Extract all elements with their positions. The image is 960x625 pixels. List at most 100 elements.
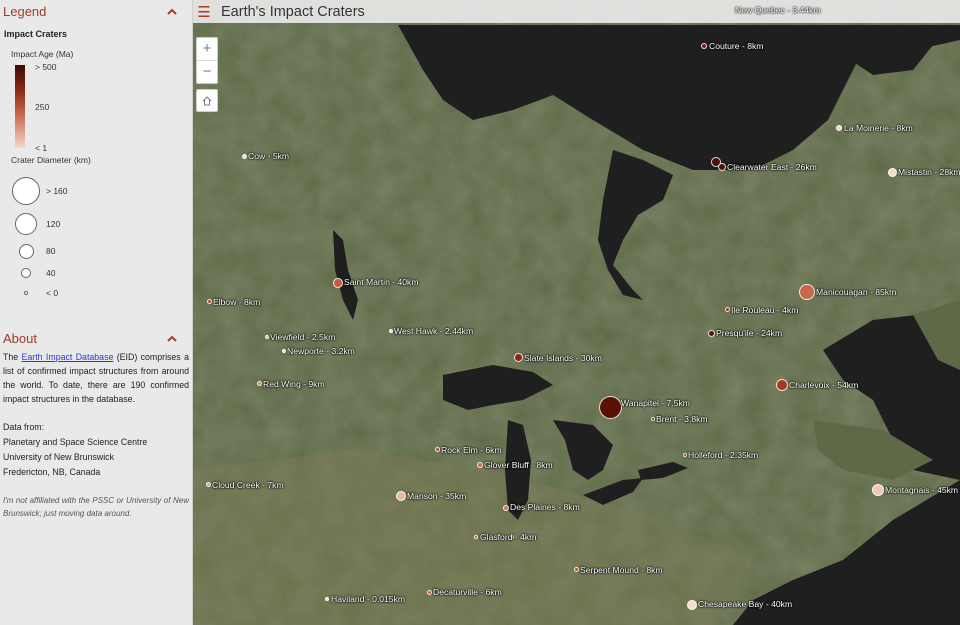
crater-label: Red Wing - 9km: [263, 379, 325, 389]
crater-label: Glover Bluff - 8km: [484, 460, 553, 470]
satellite-basemap: [193, 0, 960, 625]
crater-label: Saint Martin - 40km: [344, 277, 419, 287]
crater-label: Decaturville - 6km: [433, 587, 502, 597]
crater-label: Brent - 3.8km: [656, 414, 708, 424]
crater-marker[interactable]: [265, 335, 269, 339]
crater-label: Cloud Creek - 7km: [212, 480, 284, 490]
crater-marker[interactable]: [836, 125, 842, 131]
color-ramp-bar: [15, 65, 25, 148]
crater-marker[interactable]: [651, 417, 655, 421]
data-from-label: Data from:: [3, 422, 45, 432]
crater-label: West Hawk - 2.44km: [394, 326, 474, 336]
diameter-circle-0: [24, 291, 28, 295]
crater-marker[interactable]: [776, 379, 788, 391]
crater-marker[interactable]: [574, 567, 579, 572]
zoom-out-button[interactable]: −: [197, 60, 217, 83]
map-view[interactable]: [193, 0, 960, 625]
crater-label: Ile Rouleau - 4km: [731, 305, 799, 315]
crater-marker[interactable]: [396, 491, 406, 501]
crater-marker[interactable]: [725, 307, 730, 312]
about-intro-pre: The: [3, 352, 22, 362]
about-header-label: About: [3, 331, 37, 346]
diameter-tick-40: 40: [46, 268, 56, 278]
crater-marker[interactable]: [435, 447, 440, 452]
about-intro: The Earth Impact Database (EID) comprise…: [0, 350, 192, 406]
page-title: Earth's Impact Craters: [221, 3, 365, 20]
crater-marker[interactable]: [503, 505, 509, 511]
legend-header[interactable]: Legend: [0, 0, 192, 23]
age-legend-label: Impact Age (Ma): [11, 49, 74, 59]
crater-marker[interactable]: [325, 597, 329, 601]
diameter-tick-80: 80: [46, 246, 56, 256]
top-bar: ☰ Earth's Impact Craters: [193, 0, 960, 23]
diameter-circle-80: [19, 244, 34, 259]
crater-marker[interactable]: [207, 299, 212, 304]
eid-link[interactable]: Earth Impact Database: [22, 352, 114, 362]
age-tick-max: > 500: [35, 62, 57, 72]
crater-marker[interactable]: [514, 353, 523, 362]
crater-label: Viewfield - 2.5km: [270, 332, 336, 342]
zoom-in-button[interactable]: +: [197, 38, 217, 60]
crater-marker[interactable]: [242, 154, 247, 159]
crater-label: Manicouagan - 85km: [816, 287, 897, 297]
zoom-control: + −: [196, 37, 218, 84]
crater-marker[interactable]: [477, 462, 483, 468]
crater-marker[interactable]: [599, 396, 622, 419]
disclaimer-note: I'm not affiliated with the PSSC or Univ…: [3, 496, 189, 518]
crater-label: Haviland - 0.015km: [331, 594, 406, 604]
hamburger-icon[interactable]: ☰: [195, 3, 213, 21]
credit-university: University of New Brunswick: [3, 452, 114, 462]
crater-label: Elbow - 8km: [213, 297, 261, 307]
about-header[interactable]: About: [0, 327, 192, 350]
crater-label: Montagnais - 45km: [885, 485, 959, 495]
crater-label: New Quebec - 3.44km: [735, 5, 821, 15]
crater-marker[interactable]: [474, 535, 478, 539]
crater-marker[interactable]: [206, 482, 211, 487]
diameter-circle-40: [21, 268, 31, 278]
credit-city: Fredericton, NB, Canada: [3, 467, 101, 477]
crater-marker[interactable]: [427, 590, 432, 595]
crater-marker[interactable]: [333, 278, 343, 288]
crater-marker[interactable]: [701, 43, 707, 49]
sidebar: Legend Impact Craters Impact Age (Ma) > …: [0, 0, 193, 625]
home-icon: [202, 95, 212, 105]
diameter-tick-120: 120: [46, 219, 61, 229]
crater-marker[interactable]: [708, 330, 715, 337]
about-credits: Data from: Planetary and Space Science C…: [0, 420, 192, 480]
crater-marker[interactable]: [872, 484, 884, 496]
crater-marker[interactable]: [718, 163, 726, 171]
crater-label: Holleford - 2.35km: [688, 450, 759, 460]
crater-label: Newporte - 3.2km: [287, 346, 355, 356]
crater-marker[interactable]: [687, 600, 697, 610]
crater-label: Chesapeake Bay - 40km: [698, 599, 793, 609]
age-color-ramp: > 500 250 < 1: [15, 62, 192, 153]
crater-label: Cow - 5km: [248, 151, 290, 161]
diameter-circle-160: [12, 177, 40, 205]
crater-label: Serpent Mound - 8km: [580, 565, 663, 575]
crater-label: Glasford - 4km: [480, 532, 537, 542]
chevron-up-icon[interactable]: [166, 6, 178, 18]
crater-marker[interactable]: [389, 329, 393, 333]
diameter-circle-120: [15, 213, 37, 235]
crater-marker[interactable]: [683, 453, 687, 457]
crater-label: Presqu'ile - 24km: [716, 328, 783, 338]
credit-org: Planetary and Space Science Centre: [3, 437, 148, 447]
crater-label: Charlevoix - 54km: [789, 380, 859, 390]
crater-marker[interactable]: [257, 381, 262, 386]
crater-marker[interactable]: [799, 284, 815, 300]
diameter-tick-0: < 0: [46, 288, 59, 298]
legend-subtitle: Impact Craters: [4, 29, 68, 39]
crater-label: Rock Elm - 6km: [441, 445, 502, 455]
crater-marker[interactable]: [888, 168, 897, 177]
crater-marker[interactable]: [282, 349, 286, 353]
crater-label: Des Plaines - 8km: [510, 502, 580, 512]
diameter-tick-160: > 160: [46, 186, 68, 196]
diameter-legend: > 160 120 80 40 < 0: [0, 165, 192, 305]
crater-label: La Moinerie - 8km: [844, 123, 913, 133]
chevron-up-icon[interactable]: [166, 333, 178, 345]
age-tick-min: < 1: [35, 143, 48, 153]
crater-label: Couture - 8km: [709, 41, 764, 51]
crater-label: Wanapitei - 7.5km: [621, 398, 690, 408]
home-button[interactable]: [196, 89, 218, 112]
legend-header-label: Legend: [3, 4, 47, 19]
